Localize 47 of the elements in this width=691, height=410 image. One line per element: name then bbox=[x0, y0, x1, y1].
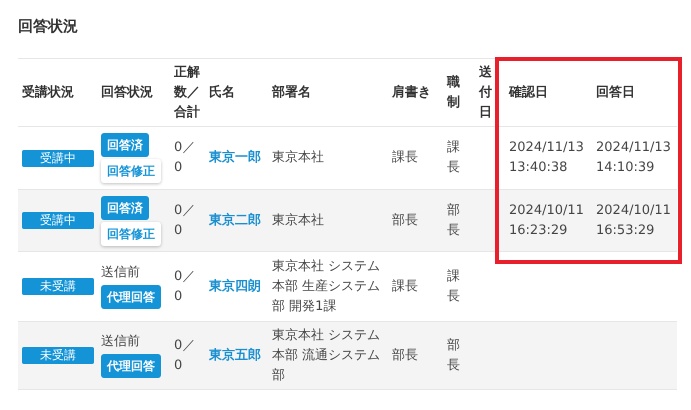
column-header: 回答状況 bbox=[101, 84, 153, 100]
confirmed-date: 2024/11/13 13:40:38 bbox=[509, 140, 584, 175]
name-link[interactable]: 東京四朗 bbox=[209, 278, 261, 294]
department-text: 東京本社 bbox=[272, 212, 324, 228]
edit-answer-button[interactable]: 回答修正 bbox=[101, 222, 161, 246]
column-header: 受講状況 bbox=[22, 84, 74, 100]
name-link[interactable]: 東京五郎 bbox=[209, 348, 261, 362]
job-title-text: 課長 bbox=[392, 278, 418, 294]
score-text: 0／0 bbox=[174, 202, 196, 238]
status-badge: 未受講 bbox=[22, 278, 94, 295]
answer-button[interactable]: 回答済 bbox=[101, 133, 149, 157]
answer-status-text: 送信前 bbox=[101, 332, 140, 350]
score-text: 0／0 bbox=[174, 140, 196, 175]
confirmed-date: 2024/10/11 16:23:29 bbox=[509, 202, 584, 238]
department-text: 東京本社 システム本部 流通システム部 bbox=[272, 328, 380, 382]
job-title-text: 課長 bbox=[392, 150, 418, 165]
column-header: 氏名 bbox=[209, 84, 235, 100]
job-title-text: 部長 bbox=[392, 212, 418, 228]
score-text: 0／0 bbox=[174, 268, 196, 304]
rank-text: 部長 bbox=[447, 202, 460, 238]
column-header: 送付日 bbox=[479, 64, 492, 120]
status-badge: 受講中 bbox=[22, 212, 94, 229]
department-text: 東京本社 システム本部 生産システム部 開発1課 bbox=[272, 258, 380, 314]
rank-text: 部長 bbox=[447, 338, 460, 372]
score-text: 0／0 bbox=[174, 338, 196, 372]
rank-text: 課長 bbox=[447, 140, 460, 175]
department-text: 東京本社 bbox=[272, 150, 324, 165]
rank-text: 課長 bbox=[447, 268, 460, 304]
answer-button[interactable]: 回答済 bbox=[101, 196, 149, 220]
status-badge: 受講中 bbox=[22, 150, 94, 166]
job-title-text: 部長 bbox=[392, 348, 418, 362]
edit-answer-button[interactable]: 回答修正 bbox=[101, 159, 161, 183]
column-header: 肩書き bbox=[392, 84, 431, 100]
answer-button[interactable]: 代理回答 bbox=[101, 354, 161, 378]
answer-status-text: 送信前 bbox=[101, 264, 140, 282]
column-header: 職制 bbox=[447, 74, 460, 110]
answer-button[interactable]: 代理回答 bbox=[101, 284, 161, 308]
column-header: 部署名 bbox=[272, 84, 311, 100]
section-title: 回答状況 bbox=[18, 16, 79, 37]
status-badge: 未受講 bbox=[22, 347, 94, 364]
answered-date: 2024/10/11 16:53:29 bbox=[596, 202, 671, 238]
column-header: 確認日 bbox=[509, 84, 548, 100]
column-header: 回答日 bbox=[596, 84, 635, 100]
name-link[interactable]: 東京二郎 bbox=[209, 212, 261, 228]
answered-date: 2024/11/13 14:10:39 bbox=[596, 140, 671, 175]
column-header: 正解数／合計 bbox=[174, 64, 200, 120]
name-link[interactable]: 東京一郎 bbox=[209, 150, 261, 165]
